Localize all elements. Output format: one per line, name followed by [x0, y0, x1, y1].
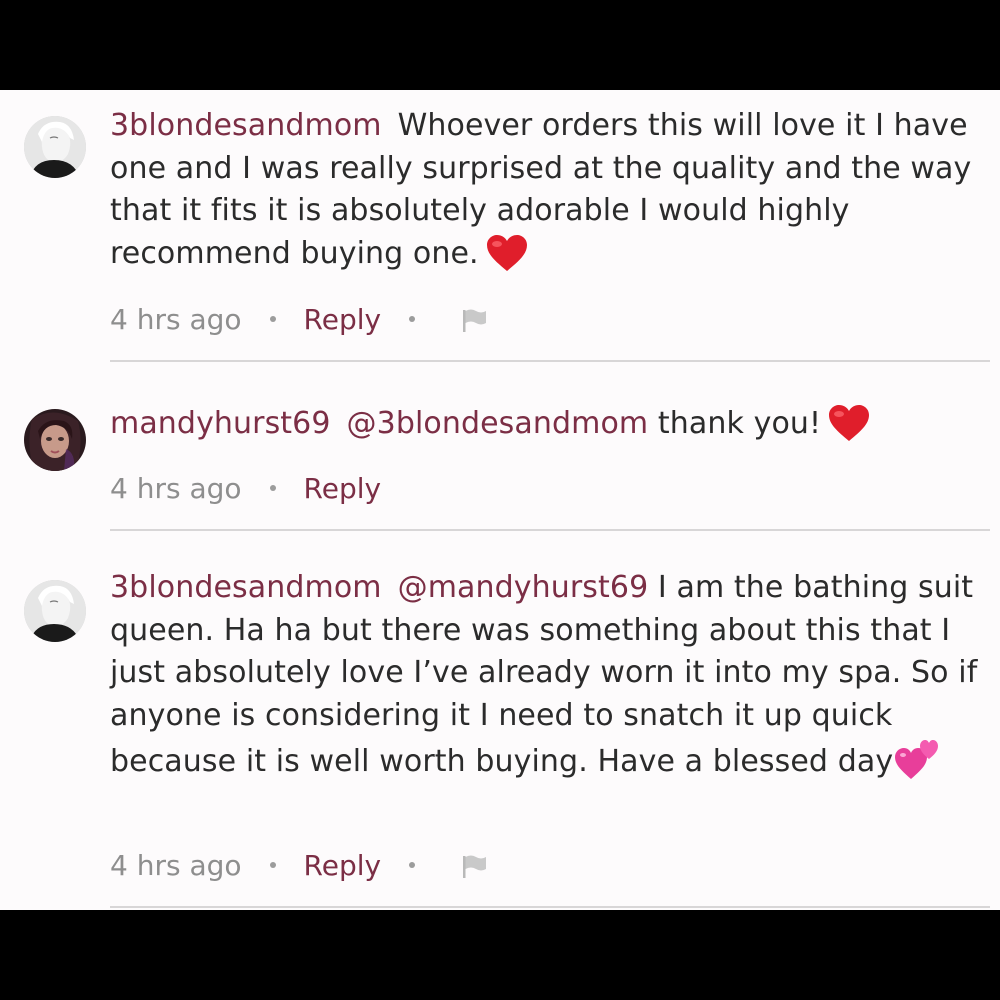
red-heart-icon [486, 234, 527, 271]
comment-timestamp: 4 hrs ago [110, 302, 242, 336]
comment-meta: 4 hrs ago Reply [110, 468, 381, 508]
separator-dot [269, 862, 276, 868]
red-heart-icon [829, 405, 870, 441]
flag-icon[interactable] [459, 304, 489, 334]
comment-divider [110, 906, 990, 908]
comment-username[interactable]: mandyhurst69 [110, 406, 331, 441]
comment-timestamp: 4 hrs ago [110, 471, 242, 505]
user-avatar[interactable] [24, 409, 86, 471]
reply-button[interactable]: Reply [304, 303, 382, 336]
flag-icon[interactable] [459, 850, 489, 880]
separator-dot [269, 316, 276, 322]
comment-divider [110, 360, 990, 362]
comment-timestamp: 4 hrs ago [110, 848, 242, 882]
comment-text: 3blondesandmom Whoever orders this will l… [110, 105, 980, 275]
comment-text: 3blondesandmom @mandyhurst69 I am the bat… [110, 567, 980, 784]
comment-meta: 4 hrs ago Reply [110, 845, 489, 885]
two-hearts-icon [895, 740, 939, 779]
separator-dot [269, 485, 276, 491]
comment-body: thank you! [657, 406, 822, 441]
comment-divider [110, 529, 990, 531]
separator-dot [409, 316, 416, 322]
avatar-image [24, 409, 86, 471]
comment-mention[interactable]: @mandyhurst69 [398, 570, 649, 605]
comment-meta: 4 hrs ago Reply [110, 299, 489, 339]
comment-username[interactable]: 3blondesandmom [110, 570, 382, 605]
user-avatar[interactable] [24, 116, 86, 178]
comments-panel: 3blondesandmom Whoever orders this will l… [0, 90, 1000, 910]
separator-dot [409, 862, 416, 868]
avatar-image [24, 116, 86, 178]
reply-button[interactable]: Reply [304, 849, 382, 882]
user-avatar[interactable] [24, 580, 86, 642]
comment-mention[interactable]: @3blondesandmom [347, 406, 649, 441]
comment-username[interactable]: 3blondesandmom [110, 108, 382, 143]
avatar-image [24, 580, 86, 642]
reply-button[interactable]: Reply [304, 472, 382, 505]
comment-text: mandyhurst69 @3blondesandmom thank you! [110, 403, 980, 446]
